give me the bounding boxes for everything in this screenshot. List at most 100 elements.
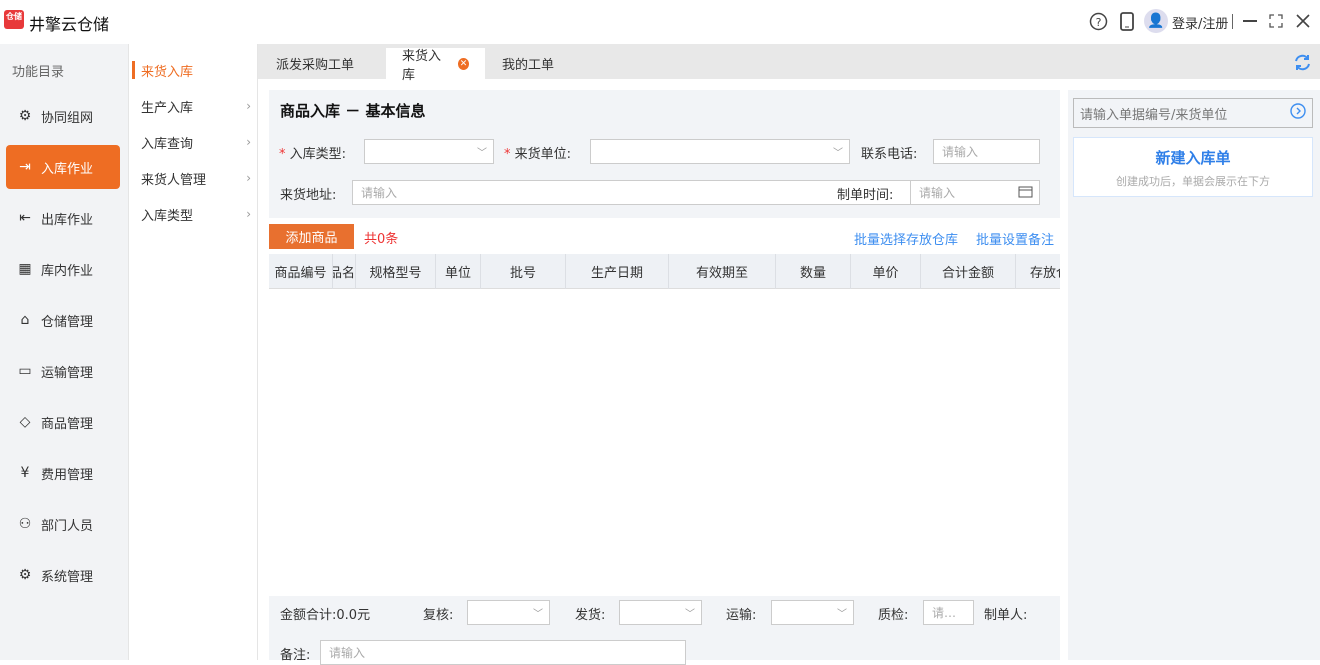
form-title: 商品入库 － 基本信息 xyxy=(280,102,426,120)
sidebar-item[interactable]: ⚙ 协同组网 xyxy=(6,94,120,138)
users-icon: ⚇ xyxy=(18,516,32,532)
sidebar-item[interactable]: ⚙ 系统管理 xyxy=(6,553,120,597)
supplier-select[interactable]: ﹀ xyxy=(590,139,850,164)
sidebar-item[interactable]: ⌂ 仓储管理 xyxy=(6,298,120,342)
record-count: 共0条 xyxy=(364,232,399,247)
new-inbound-title[interactable]: 新建入库单 xyxy=(1074,147,1312,168)
batch-warehouse-link[interactable]: 批量选择存放仓库 xyxy=(854,229,958,248)
svg-text:?: ? xyxy=(1095,16,1101,29)
remark-input[interactable]: 请输入 xyxy=(320,640,686,665)
column-header[interactable]: 生产日期 xyxy=(566,254,669,289)
home-icon: ⌂ xyxy=(20,312,30,328)
chevron-down-icon: ﹀ xyxy=(837,609,847,620)
review-label: 复核: xyxy=(423,608,454,623)
column-header[interactable]: 单价 xyxy=(851,254,921,289)
mobile-icon[interactable] xyxy=(1117,11,1137,31)
submenu-item[interactable]: 来货入库 xyxy=(141,60,251,80)
new-inbound-hint: 创建成功后，单据会展示在下方 xyxy=(1116,175,1270,188)
column-header[interactable]: 商品编号 xyxy=(269,254,333,289)
sidebar-item[interactable]: ▭ 运输管理 xyxy=(6,349,120,393)
submenu-item[interactable]: 来货人管理 › xyxy=(141,168,251,188)
arrow-out-icon: ⇤ xyxy=(19,210,31,226)
maximize-icon[interactable] xyxy=(1266,11,1286,31)
app-logo: 仓储 xyxy=(4,10,24,29)
sidebar-item[interactable]: ¥ 费用管理 xyxy=(6,451,120,495)
time-input[interactable]: 请输入 xyxy=(910,180,1040,205)
ship-select[interactable]: ﹀ xyxy=(619,600,702,625)
bus-icon: ▭ xyxy=(18,363,32,379)
placeholder: 请输入 xyxy=(361,186,398,200)
sidebar-item[interactable]: ▦ 库内作业 xyxy=(6,247,120,291)
tab-my-orders[interactable]: 我的工单 xyxy=(486,48,570,79)
tab-dispatch-purchase[interactable]: 派发采购工单 xyxy=(260,48,370,79)
order-search-input[interactable]: 请输入单据编号/来货单位 xyxy=(1073,98,1313,128)
gear-network-icon: ⚙ xyxy=(18,108,32,124)
review-select[interactable]: ﹀ xyxy=(467,600,550,625)
column-header[interactable]: 批号 xyxy=(481,254,566,289)
sidebar-item-label: 仓储管理 xyxy=(41,314,94,330)
new-inbound-card[interactable]: 新建入库单 创建成功后，单据会展示在下方 xyxy=(1073,137,1313,197)
column-header[interactable]: 单位 xyxy=(436,254,481,289)
tab-inbound[interactable]: 来货入库 ✕ xyxy=(386,48,485,83)
sidebar-item-label: 协同组网 xyxy=(41,110,94,126)
type-label: 入库类型: xyxy=(289,147,347,162)
time-label: 制单时间: xyxy=(837,184,894,203)
minimize-icon[interactable] xyxy=(1240,11,1260,31)
supplier-label: 来货单位: xyxy=(514,147,572,162)
sidebar-item-label: 商品管理 xyxy=(41,416,94,432)
submenu-item-label: 来货人管理 xyxy=(141,172,207,188)
sidebar-item[interactable]: ◇ 商品管理 xyxy=(6,400,120,444)
column-header[interactable]: 存放仓库 xyxy=(1016,254,1060,289)
search-go-icon[interactable] xyxy=(1290,103,1306,123)
chevron-right-icon: › xyxy=(246,99,251,113)
column-header[interactable]: 有效期至 xyxy=(669,254,776,289)
sidebar-item-label: 费用管理 xyxy=(41,467,94,483)
grid-icon: ▦ xyxy=(18,261,32,277)
gear-icon: ⚙ xyxy=(18,567,32,583)
active-indicator xyxy=(132,61,135,79)
refresh-icon[interactable] xyxy=(1293,53,1312,76)
placeholder: 请输入 xyxy=(329,646,366,660)
column-header[interactable]: 品名 xyxy=(333,254,356,289)
sidebar-item-label: 运输管理 xyxy=(41,365,94,381)
sidebar-item[interactable]: ⇥ 入库作业 xyxy=(6,145,120,189)
arrow-in-icon: ⇥ xyxy=(19,159,31,175)
placeholder: 请输入 xyxy=(942,145,979,159)
placeholder: 请输入 xyxy=(919,186,956,200)
chevron-down-icon: ﹀ xyxy=(833,148,843,159)
submenu-item-label: 生产入库 xyxy=(141,100,194,116)
chevron-down-icon: ﹀ xyxy=(533,609,543,620)
submenu-item[interactable]: 入库类型 › xyxy=(141,204,251,224)
chevron-down-icon: ﹀ xyxy=(477,148,487,159)
column-header[interactable]: 规格型号 xyxy=(356,254,436,289)
maker-label: 制单人: xyxy=(984,608,1028,623)
transport-select[interactable]: ﹀ xyxy=(771,600,854,625)
box-icon: ◇ xyxy=(19,414,31,430)
qc-input[interactable]: 请… xyxy=(923,600,974,625)
chevron-right-icon: › xyxy=(246,171,251,185)
sidebar-item[interactable]: ⇤ 出库作业 xyxy=(6,196,120,240)
calendar-icon[interactable] xyxy=(1018,185,1033,201)
batch-remark-link[interactable]: 批量设置备注 xyxy=(976,229,1054,248)
chevron-right-icon: › xyxy=(246,135,251,149)
column-header[interactable]: 数量 xyxy=(776,254,851,289)
app-title: 井擎云仓储 xyxy=(29,15,110,34)
column-header[interactable]: 合计金额 xyxy=(921,254,1016,289)
submenu-item[interactable]: 入库查询 › xyxy=(141,132,251,152)
avatar[interactable]: 👤 xyxy=(1144,9,1168,33)
close-icon[interactable] xyxy=(1293,11,1313,31)
submenu-item[interactable]: 生产入库 › xyxy=(141,96,251,116)
login-link[interactable]: 登录/注册 xyxy=(1172,13,1228,32)
close-tab-icon[interactable]: ✕ xyxy=(457,57,469,70)
type-select[interactable]: ﹀ xyxy=(364,139,494,164)
placeholder: 请… xyxy=(932,606,957,620)
total-value: 0.0元 xyxy=(336,608,371,623)
sidebar-item-label: 库内作业 xyxy=(41,263,94,279)
help-icon[interactable]: ? xyxy=(1088,11,1108,31)
address-input[interactable]: 请输入 xyxy=(352,180,911,205)
add-product-button[interactable]: 添加商品 xyxy=(269,224,354,249)
placeholder: 请输入单据编号/来货单位 xyxy=(1080,107,1228,123)
phone-input[interactable]: 请输入 xyxy=(933,139,1040,164)
submenu-item-label: 入库类型 xyxy=(141,208,194,224)
sidebar-item[interactable]: ⚇ 部门人员 xyxy=(6,502,120,546)
